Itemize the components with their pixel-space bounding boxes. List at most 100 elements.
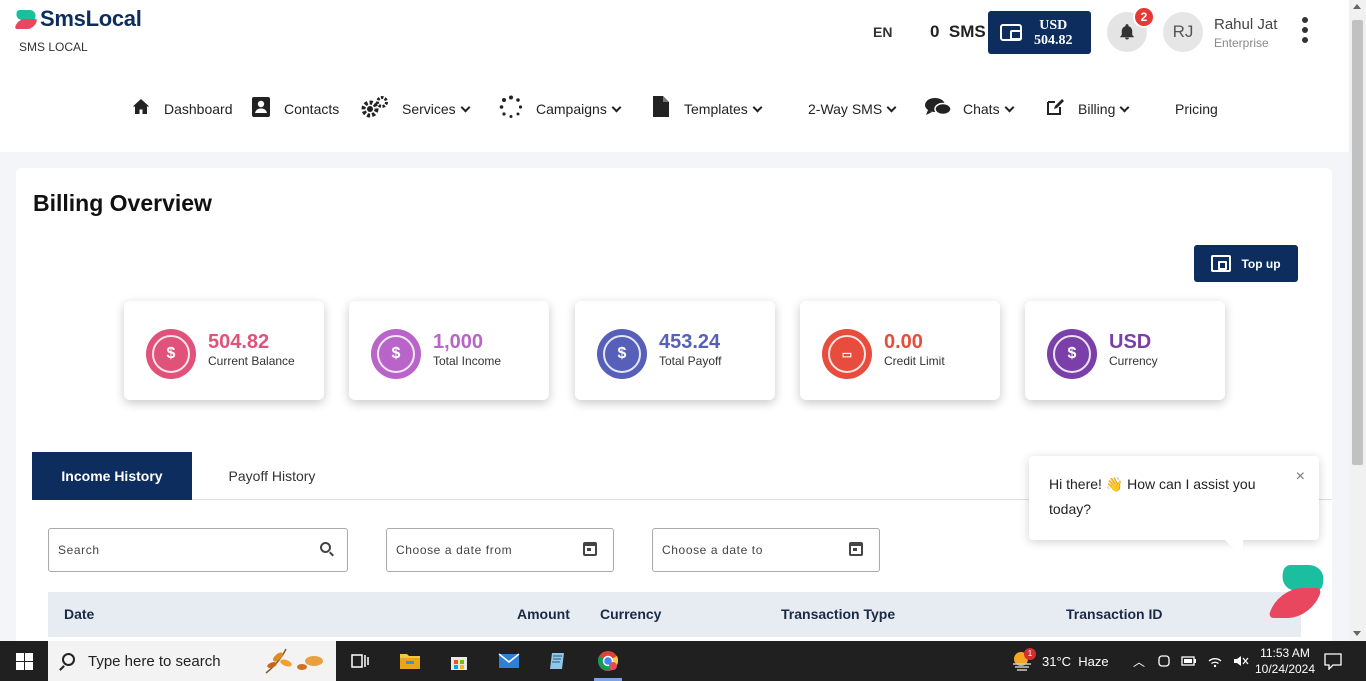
wallet-button[interactable]: USD 504.82 [988, 11, 1091, 54]
chevron-down-icon [1004, 102, 1015, 112]
microsoft-store-icon[interactable] [439, 641, 479, 681]
nav-campaigns[interactable]: Campaigns [498, 95, 622, 124]
nav-billing[interactable]: Billing [1044, 96, 1130, 122]
column-transaction-type[interactable]: Transaction Type [781, 606, 895, 622]
chat-close-button[interactable]: × [1296, 464, 1305, 489]
notification-count-badge: 2 [1133, 6, 1155, 28]
date-to-input[interactable]: Choose a date to [652, 528, 880, 572]
billing-overview-card: Billing Overview Top up $ 504.82 Current… [16, 168, 1332, 648]
column-date[interactable]: Date [64, 606, 94, 622]
column-amount[interactable]: Amount [517, 606, 570, 622]
stat-total-payoff: $ 453.24 Total Payoff [575, 301, 775, 400]
nav-label: Billing [1078, 101, 1116, 117]
more-menu-button[interactable] [1296, 17, 1314, 47]
autumn-leaves-icon [265, 648, 323, 674]
stat-value: 504.82 [208, 331, 270, 353]
taskbar-clock[interactable]: 11:53 AM 10/24/2024 [1252, 645, 1318, 677]
stat-credit-limit: ▭ 0.00 Credit Limit [800, 301, 1000, 400]
speaker-muted-icon[interactable] [1233, 654, 1249, 668]
weather-widget[interactable]: 1 31°C Haze [1010, 641, 1109, 681]
nav-services[interactable]: Services [360, 95, 471, 123]
mail-icon[interactable] [489, 641, 529, 681]
column-currency[interactable]: Currency [600, 606, 661, 622]
chevron-down-icon [752, 102, 763, 112]
user-avatar[interactable]: RJ [1163, 12, 1203, 52]
nav-chats[interactable]: Chats [925, 96, 1015, 122]
date-from-input[interactable]: Choose a date from [386, 528, 614, 572]
page-scrollbar[interactable] [1349, 0, 1366, 641]
currency-icon: $ [1047, 329, 1097, 379]
stat-label: Total Income [433, 354, 502, 368]
stat-value: 453.24 [659, 331, 721, 353]
scroll-down-arrow-icon[interactable] [1353, 631, 1361, 636]
search-icon [62, 653, 75, 666]
nav-label: Contacts [284, 101, 340, 117]
date-to-placeholder: Choose a date to [662, 543, 764, 557]
meet-now-icon[interactable] [1157, 654, 1171, 668]
search-icon[interactable] [320, 542, 331, 553]
search-input[interactable]: Search [48, 528, 348, 572]
coins-icon: $ [371, 329, 421, 379]
sms-balance: 0 SMS [930, 22, 986, 41]
nav-label: Pricing [1175, 101, 1218, 117]
tab-payoff-history[interactable]: Payoff History [192, 452, 352, 500]
task-view-icon[interactable] [340, 641, 380, 681]
weather-alert-badge: 1 [1024, 648, 1036, 660]
file-icon [650, 96, 672, 122]
notepad-app-icon[interactable] [538, 641, 578, 681]
user-name[interactable]: Rahul Jat [1214, 16, 1277, 33]
nav-label: Dashboard [164, 101, 233, 117]
table-header: Date Amount Currency Transaction Type Tr… [48, 592, 1301, 637]
system-tray: ︿ [1133, 641, 1249, 681]
nav-label: Campaigns [536, 101, 607, 117]
chevron-down-icon [1119, 102, 1130, 112]
stat-total-income: $ 1,000 Total Income [349, 301, 549, 400]
taskbar-search-box[interactable]: Type here to search [48, 641, 336, 681]
contact-card-icon [250, 96, 272, 123]
money-hand-icon: $ [146, 329, 196, 379]
chat-logo-icon [1268, 588, 1322, 618]
chat-launcher-button[interactable] [1268, 563, 1330, 621]
stat-currency: $ USD Currency [1025, 301, 1225, 400]
file-explorer-icon[interactable] [390, 641, 430, 681]
gears-icon [360, 95, 390, 123]
taskbar-search-placeholder: Type here to search [88, 652, 221, 670]
nav-label: Templates [684, 101, 748, 117]
top-up-button[interactable]: Top up [1194, 245, 1298, 282]
nav-pricing[interactable]: Pricing [1175, 96, 1218, 122]
wallet-icon [1211, 255, 1232, 272]
kebab-dot-icon [1302, 17, 1308, 23]
scroll-up-arrow-icon[interactable] [1353, 4, 1361, 9]
brand-logo[interactable]: SmsLocal [14, 6, 142, 32]
wifi-icon[interactable] [1207, 654, 1223, 668]
language-selector[interactable]: EN [873, 24, 892, 40]
chat-greeting-popup[interactable]: × Hi there! 👋 How can I assist you today… [1029, 456, 1319, 558]
windows-start-icon[interactable] [16, 653, 33, 670]
tab-income-history[interactable]: Income History [32, 452, 192, 500]
nav-two-way-sms[interactable]: 2-Way SMS [808, 96, 897, 122]
nav-templates[interactable]: Templates [650, 96, 763, 122]
notification-center-icon[interactable] [1313, 641, 1353, 681]
kebab-dot-icon [1302, 37, 1308, 43]
calendar-icon[interactable] [849, 542, 863, 556]
column-transaction-id[interactable]: Transaction ID [1066, 606, 1162, 622]
battery-icon[interactable] [1181, 655, 1197, 667]
calendar-icon[interactable] [583, 542, 597, 556]
nav-contacts[interactable]: Contacts [250, 96, 339, 122]
brand-subtitle: SMS LOCAL [19, 40, 88, 54]
spinner-icon [498, 95, 524, 124]
chrome-icon[interactable] [588, 641, 628, 681]
chevron-down-icon [460, 102, 471, 112]
scrollbar-thumb[interactable] [1352, 20, 1363, 465]
top-header: SmsLocal SMS LOCAL EN 0 SMS USD 504.82 2… [0, 0, 1349, 152]
stat-label: Currency [1109, 354, 1158, 368]
chat-message: Hi there! 👋 How can I assist you today? [1049, 476, 1256, 517]
clock-date: 10/24/2024 [1254, 662, 1316, 676]
stat-label: Credit Limit [884, 354, 945, 368]
chevron-down-icon [886, 102, 897, 112]
stat-label: Current Balance [208, 354, 295, 368]
show-hidden-icons-icon[interactable]: ︿ [1133, 653, 1145, 670]
nav-dashboard[interactable]: Dashboard [130, 96, 233, 122]
search-placeholder: Search [58, 543, 100, 557]
nav-label: Chats [963, 101, 1000, 117]
